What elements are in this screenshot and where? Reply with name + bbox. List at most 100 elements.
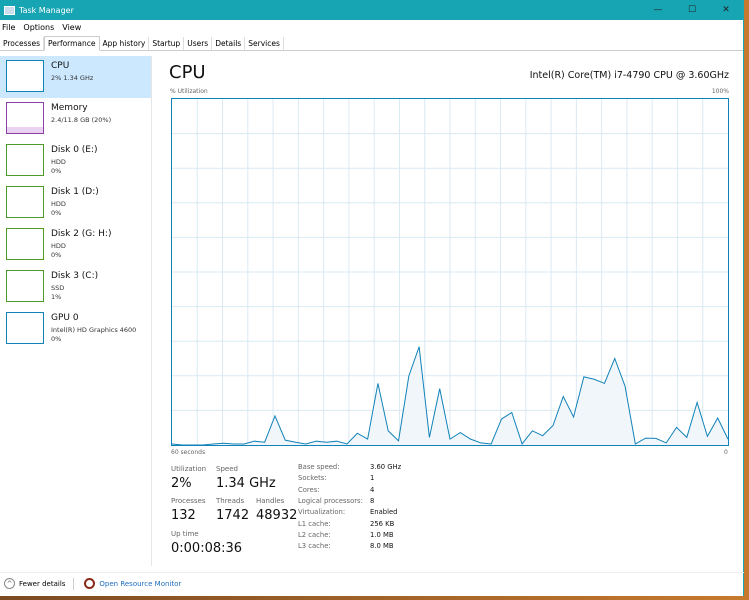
sidebar-item-name: GPU 0 bbox=[51, 313, 79, 323]
tab-details[interactable]: Details bbox=[212, 37, 246, 50]
spec-value: 3.60 GHz bbox=[370, 463, 402, 471]
sidebar-item-name: Disk 0 (E:) bbox=[51, 145, 98, 155]
sidebar-item-sub1: HDD bbox=[51, 242, 66, 250]
sidebar-item-sub1: 2.4/11.8 GB (20%) bbox=[51, 116, 112, 124]
thumbnail-graph bbox=[6, 186, 44, 218]
sidebar-item-sub2: 0% bbox=[51, 251, 62, 259]
footer: ^ Fewer details Open Resource Monitor bbox=[0, 572, 744, 594]
spec-label: Sockets: bbox=[298, 474, 327, 483]
thumbnail-graph bbox=[6, 102, 44, 134]
sidebar-item-sub1: 2% 1.34 GHz bbox=[51, 74, 94, 82]
cpu-graph-svg bbox=[171, 99, 729, 446]
title-bar: Task Manager — ☐ ✕ bbox=[0, 0, 743, 20]
spec-label: Virtualization: bbox=[298, 508, 346, 517]
spec-label: L3 cache: bbox=[298, 542, 331, 551]
utilization-label: Utilization bbox=[171, 465, 207, 473]
speed-value: 1.34 GHz bbox=[216, 476, 276, 491]
spec-value: 8.0 MB bbox=[370, 542, 394, 551]
speed-label: Speed bbox=[216, 465, 238, 473]
y-axis-label: % Utilization bbox=[170, 88, 208, 95]
sidebar-item-sub2: 0% bbox=[51, 209, 62, 217]
sidebar-item-name: Disk 2 (G: H:) bbox=[51, 229, 112, 239]
handles-label: Handles bbox=[256, 497, 285, 505]
spec-label: L2 cache: bbox=[298, 530, 331, 539]
threads-value: 1742 bbox=[216, 508, 250, 523]
task-manager-icon bbox=[4, 5, 15, 15]
chevron-up-icon[interactable]: ^ bbox=[4, 578, 15, 589]
sidebar-item-memory[interactable]: Memory 2.4/11.8 GB (20%) bbox=[0, 98, 151, 140]
sidebar-item-disk-0-e[interactable]: Disk 0 (E:) HDD 0% bbox=[0, 140, 151, 182]
minimize-button[interactable]: — bbox=[641, 5, 675, 15]
uptime-label: Up time bbox=[171, 530, 199, 538]
cpu-panel: CPU Intel(R) Core(TM) i7-4790 CPU @ 3.60… bbox=[152, 56, 743, 568]
spec-value: 8 bbox=[370, 496, 375, 505]
thumbnail-graph bbox=[6, 60, 44, 92]
sidebar-item-name: Disk 1 (D:) bbox=[51, 187, 99, 197]
cpu-graph bbox=[171, 98, 729, 446]
sidebar-item-detail: Intel(R) HD Graphics 4600 0% bbox=[51, 326, 136, 344]
sidebar-item-sub2: 0% bbox=[51, 335, 62, 343]
page-title: CPU bbox=[169, 62, 206, 83]
sidebar-item-disk-1-d[interactable]: Disk 1 (D:) HDD 0% bbox=[0, 182, 151, 224]
spec-value: 1.0 MB bbox=[370, 530, 394, 539]
maximize-button[interactable]: ☐ bbox=[675, 5, 709, 15]
spec-label: L1 cache: bbox=[298, 519, 331, 528]
sidebar-item-name: Memory bbox=[51, 103, 88, 113]
y-max-label: 100% bbox=[711, 88, 729, 95]
sidebar-item-sub1: SSD bbox=[51, 284, 65, 292]
x-left-label: 60 seconds bbox=[171, 449, 206, 456]
sidebar-item-detail: HDD 0% bbox=[51, 158, 66, 176]
tab-bar: Processes Performance App history Startu… bbox=[0, 35, 743, 51]
thumbnail-graph bbox=[6, 228, 44, 260]
sidebar-item-sub1: HDD bbox=[51, 200, 66, 208]
thumbnail-graph bbox=[6, 312, 44, 344]
tab-app-history[interactable]: App history bbox=[100, 37, 150, 50]
processes-label: Processes bbox=[171, 497, 206, 505]
resource-monitor-icon bbox=[84, 578, 96, 589]
spec-label: Cores: bbox=[298, 485, 320, 494]
menu-options[interactable]: Options bbox=[23, 23, 54, 32]
tab-processes[interactable]: Processes bbox=[0, 37, 44, 50]
spec-value: 1 bbox=[370, 474, 375, 483]
sidebar: CPU 2% 1.34 GHz Memory 2.4/11.8 GB (20%)… bbox=[0, 56, 152, 566]
sidebar-item-cpu[interactable]: CPU 2% 1.34 GHz bbox=[0, 56, 151, 98]
tab-users[interactable]: Users bbox=[184, 37, 213, 50]
sidebar-item-detail: SSD 1% bbox=[51, 284, 64, 302]
sidebar-item-detail: 2.4/11.8 GB (20%) bbox=[51, 116, 111, 125]
processes-value: 132 bbox=[171, 508, 196, 523]
sidebar-item-gpu-0[interactable]: GPU 0 Intel(R) HD Graphics 4600 0% bbox=[0, 308, 151, 350]
sidebar-item-sub2: 1% bbox=[51, 293, 62, 301]
uptime-value: 0:00:08:36 bbox=[171, 541, 243, 556]
menu-bar: File Options View bbox=[0, 20, 743, 35]
thumbnail-graph bbox=[6, 270, 44, 302]
tab-services[interactable]: Services bbox=[245, 37, 284, 50]
tab-startup[interactable]: Startup bbox=[149, 37, 185, 50]
spec-value: 256 KB bbox=[370, 519, 395, 528]
tab-performance[interactable]: Performance bbox=[43, 36, 100, 51]
sidebar-item-disk-2-g-h[interactable]: Disk 2 (G: H:) HDD 0% bbox=[0, 224, 151, 266]
sidebar-item-disk-3-c[interactable]: Disk 3 (C:) SSD 1% bbox=[0, 266, 151, 308]
handles-value: 48932 bbox=[256, 508, 298, 523]
sidebar-item-sub1: Intel(R) HD Graphics 4600 bbox=[51, 326, 137, 334]
fewer-details-button[interactable]: Fewer details bbox=[19, 580, 65, 588]
thumbnail-graph bbox=[6, 144, 44, 176]
task-manager-window: Task Manager — ☐ ✕ File Options View Pro… bbox=[0, 0, 744, 596]
sidebar-item-detail: 2% 1.34 GHz bbox=[51, 74, 93, 83]
spec-value: 4 bbox=[370, 485, 375, 494]
threads-label: Threads bbox=[216, 497, 245, 505]
spec-value: Enabled bbox=[370, 508, 398, 517]
window-title: Task Manager bbox=[19, 5, 74, 15]
sidebar-item-sub1: HDD bbox=[51, 158, 66, 166]
menu-file[interactable]: File bbox=[2, 23, 15, 32]
menu-view[interactable]: View bbox=[62, 23, 81, 32]
divider bbox=[73, 577, 75, 590]
sidebar-item-name: CPU bbox=[51, 61, 70, 71]
spec-label: Base speed: bbox=[298, 463, 340, 471]
sidebar-item-name: Disk 3 (C:) bbox=[51, 271, 99, 281]
open-resource-monitor-link[interactable]: Open Resource Monitor bbox=[99, 580, 181, 588]
sidebar-item-detail: HDD 0% bbox=[51, 242, 66, 260]
sidebar-item-sub2: 0% bbox=[51, 167, 62, 175]
close-button[interactable]: ✕ bbox=[709, 5, 743, 15]
spec-label: Logical processors: bbox=[298, 496, 363, 505]
sidebar-item-detail: HDD 0% bbox=[51, 200, 66, 218]
